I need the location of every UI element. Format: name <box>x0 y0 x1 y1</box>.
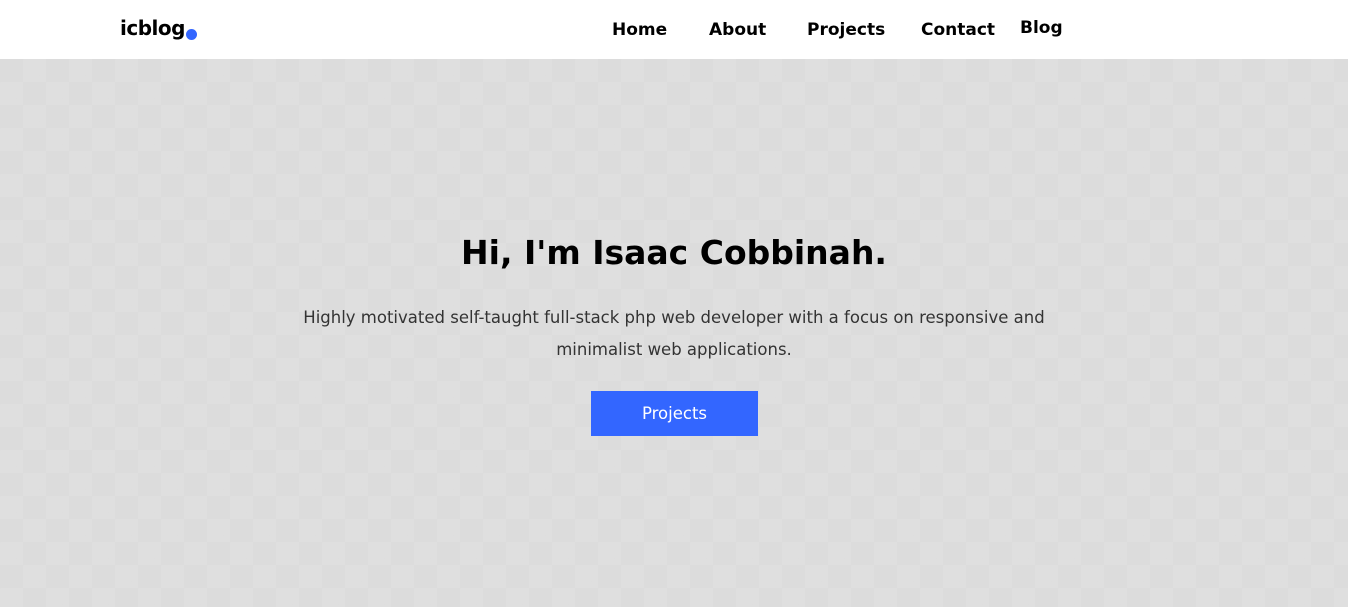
site-logo[interactable]: icblog <box>120 14 197 42</box>
logo-text: icblog <box>120 16 185 40</box>
hero-section: Hi, I'm Isaac Cobbinah. Highly motivated… <box>0 59 1348 607</box>
nav-link-projects[interactable]: Projects <box>807 19 885 41</box>
nav-link-home[interactable]: Home <box>612 19 667 41</box>
hero-title: Hi, I'm Isaac Cobbinah. <box>461 233 887 272</box>
nav-link-about[interactable]: About <box>709 19 766 41</box>
logo-dot-icon <box>185 29 197 40</box>
projects-button[interactable]: Projects <box>591 391 758 436</box>
nav-link-blog[interactable]: Blog <box>1020 17 1063 39</box>
hero-description: Highly motivated self-taught full-stack … <box>303 308 1045 359</box>
nav-link-contact[interactable]: Contact <box>921 19 995 41</box>
top-navbar: icblog Home About Projects Contact Blog <box>0 0 1348 59</box>
